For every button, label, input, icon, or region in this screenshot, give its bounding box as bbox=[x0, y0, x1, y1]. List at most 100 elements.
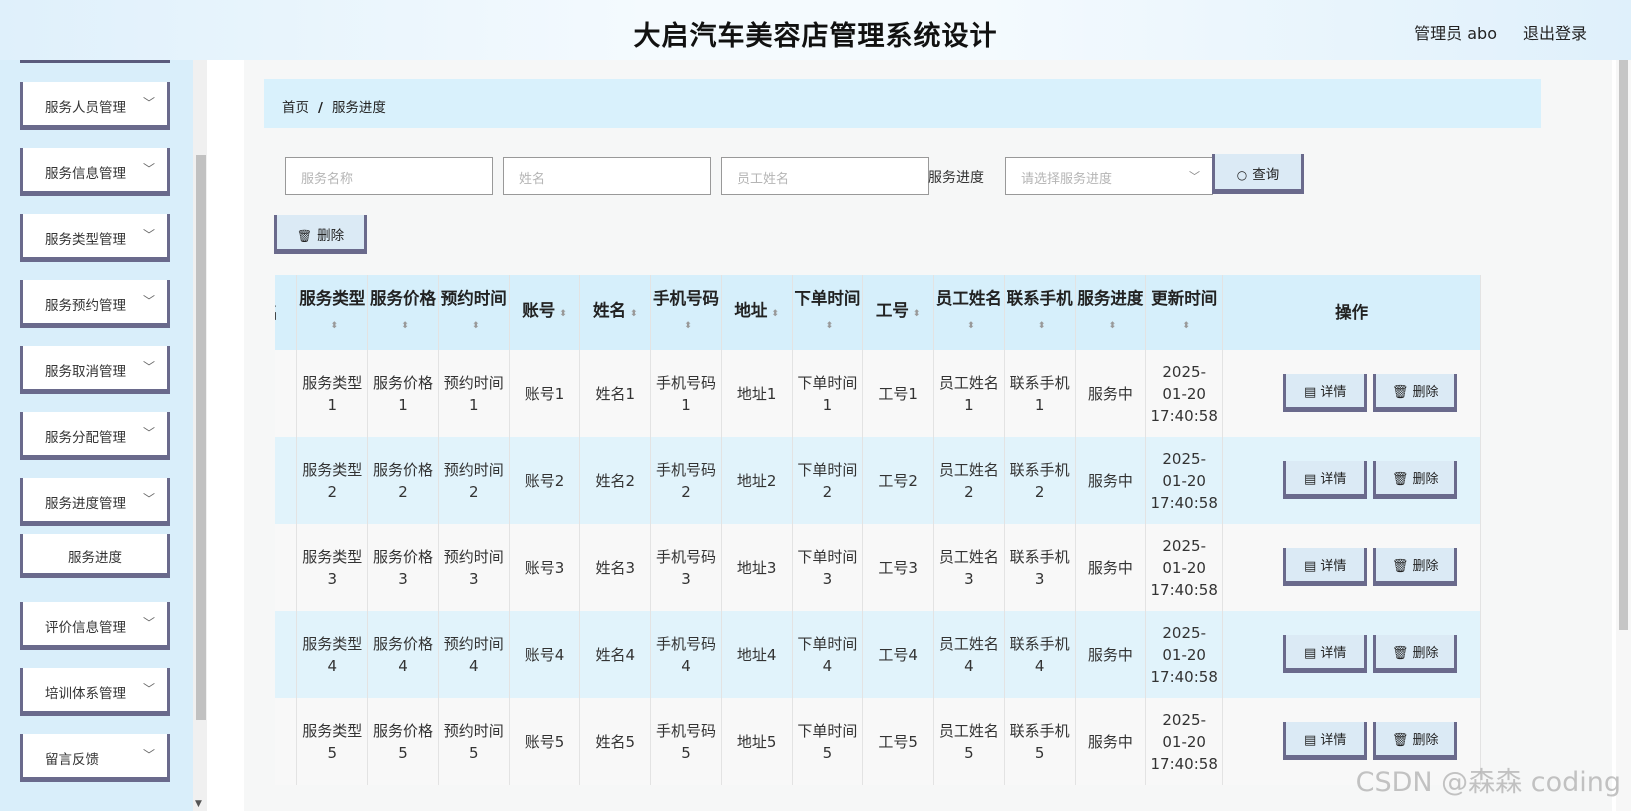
detail-button[interactable]: ▤ 详情 bbox=[1283, 548, 1368, 586]
search-button[interactable]: ○ 查询 bbox=[1212, 154, 1304, 194]
service-name-input[interactable]: 服务名称 bbox=[285, 157, 493, 195]
table-cell: 姓名1 bbox=[579, 350, 652, 437]
sort-icon[interactable]: ⬍ bbox=[1038, 321, 1046, 331]
column-header[interactable]: 工号 ⬍ bbox=[862, 275, 935, 350]
column-header[interactable]: 地址 ⬍ bbox=[721, 275, 793, 350]
column-header[interactable]: 服务进度⬍ bbox=[1075, 275, 1147, 350]
table-cell: 预约时间4 bbox=[438, 611, 510, 698]
sidebar-item-progress[interactable]: 服务进度管理 ﹀ bbox=[20, 478, 170, 526]
column-header[interactable]: 服务价格⬍ bbox=[367, 275, 439, 350]
table-cell: 服务类型5 bbox=[296, 698, 369, 785]
sidebar-scrollbar[interactable]: ▼ bbox=[193, 60, 207, 811]
table-row[interactable]: 名 服务类型3 服务价格3 预约时间3 账号3 姓名3 手机号码3 地址3 下单… bbox=[275, 524, 1481, 611]
table-cell: 名 bbox=[275, 350, 298, 437]
sidebar-item-service-type[interactable]: 服务类型管理 ﹀ bbox=[20, 214, 170, 262]
sort-icon[interactable]: ⬍ bbox=[1109, 321, 1117, 331]
sort-icon[interactable]: ⬍ bbox=[331, 321, 339, 331]
column-header[interactable]: 账号 ⬍ bbox=[509, 275, 581, 350]
search-button-label: 查询 bbox=[1252, 167, 1280, 183]
sort-icon[interactable]: ⬍ bbox=[913, 309, 921, 319]
sort-icon[interactable]: ⬍ bbox=[771, 309, 779, 319]
table-cell: 联系手机2 bbox=[1004, 437, 1076, 524]
main-scrollbar-thumb[interactable] bbox=[1619, 60, 1628, 630]
top-header: 大启汽车美容店管理系统设计 管理员 abo 退出登录 bbox=[0, 0, 1631, 60]
sidebar-item-assignment[interactable]: 服务分配管理 ﹀ bbox=[20, 412, 170, 460]
sort-icon[interactable]: ⬍ bbox=[559, 309, 567, 319]
sidebar-item-reviews[interactable]: 评价信息管理 ﹀ bbox=[20, 602, 170, 650]
scroll-down-arrow-icon[interactable]: ▼ bbox=[195, 799, 202, 809]
column-header[interactable]: 更新时间⬍ bbox=[1145, 275, 1224, 350]
column-header[interactable]: 手机号码⬍ bbox=[650, 275, 722, 350]
table-cell: 地址3 bbox=[721, 524, 793, 611]
trash-icon: 🗑 bbox=[1391, 385, 1413, 400]
sidebar-item-service-info[interactable]: 服务信息管理 ﹀ bbox=[20, 148, 170, 196]
table-cell: 服务价格3 bbox=[367, 524, 439, 611]
table-cell: 服务类型3 bbox=[296, 524, 369, 611]
row-delete-button[interactable]: 🗑 删除 bbox=[1373, 461, 1458, 499]
employee-name-input[interactable]: 员工姓名 bbox=[721, 157, 929, 195]
table-cell: 手机号码5 bbox=[650, 698, 722, 785]
main-scrollbar[interactable] bbox=[1616, 60, 1631, 811]
batch-delete-label: 删除 bbox=[317, 228, 345, 244]
sidebar-subitem-progress[interactable]: 服务进度 bbox=[20, 534, 170, 578]
table-cell: 服务中 bbox=[1075, 437, 1147, 524]
sidebar-item-staff[interactable]: 服务人员管理 ﹀ bbox=[20, 82, 170, 130]
row-delete-button[interactable]: 🗑 删除 bbox=[1373, 722, 1458, 760]
sort-icon[interactable]: ⬍ bbox=[967, 321, 975, 331]
sidebar-item-booking[interactable]: 服务预约管理 ﹀ bbox=[20, 280, 170, 328]
detail-button[interactable]: ▤ 详情 bbox=[1283, 374, 1368, 412]
chevron-down-icon: ﹀ bbox=[1189, 170, 1200, 183]
breadcrumb-home[interactable]: 首页 bbox=[282, 100, 309, 116]
sidebar-item-training[interactable]: 培训体系管理 ﹀ bbox=[20, 668, 170, 716]
sidebar-scrollbar-thumb[interactable] bbox=[196, 155, 206, 720]
column-header[interactable]: 下单时间⬍ bbox=[792, 275, 864, 350]
sort-icon[interactable]: ⬍ bbox=[401, 321, 409, 331]
current-user: 管理员 abo bbox=[1414, 24, 1497, 43]
table-row[interactable]: 名 服务类型1 服务价格1 预约时间1 账号1 姓名1 手机号码1 地址1 下单… bbox=[275, 350, 1481, 437]
sidebar: 服务人员管理 ﹀ 服务信息管理 ﹀ 服务类型管理 ﹀ 服务预约管理 ﹀ 服务取消… bbox=[0, 60, 207, 811]
chevron-down-icon: ﹀ bbox=[142, 360, 155, 374]
table-cell: 员工姓名2 bbox=[933, 437, 1005, 524]
sidebar-item-cancel[interactable]: 服务取消管理 ﹀ bbox=[20, 346, 170, 394]
name-input[interactable]: 姓名 bbox=[503, 157, 711, 195]
table-cell: 姓名2 bbox=[579, 437, 652, 524]
table-cell: 预约时间5 bbox=[438, 698, 510, 785]
batch-delete-button[interactable]: 🗑 删除 bbox=[274, 215, 367, 254]
table-cell: 姓名5 bbox=[579, 698, 652, 785]
column-header[interactable]: 名 bbox=[275, 275, 298, 350]
row-delete-button[interactable]: 🗑 删除 bbox=[1373, 548, 1458, 586]
detail-button[interactable]: ▤ 详情 bbox=[1283, 722, 1368, 760]
logout-link[interactable]: 退出登录 bbox=[1523, 20, 1587, 44]
column-header[interactable]: 预约时间⬍ bbox=[438, 275, 510, 350]
row-delete-button[interactable]: 🗑 删除 bbox=[1373, 635, 1458, 673]
document-icon: ▤ bbox=[1303, 733, 1321, 748]
sidebar-item-label: 服务信息管理 bbox=[45, 166, 126, 182]
column-header[interactable]: 员工姓名⬍ bbox=[933, 275, 1005, 350]
table-cell: 员工姓名1 bbox=[933, 350, 1005, 437]
detail-button[interactable]: ▤ 详情 bbox=[1283, 461, 1368, 499]
sort-icon[interactable]: ⬍ bbox=[826, 321, 834, 331]
chevron-down-icon: ﹀ bbox=[142, 294, 155, 308]
sort-icon[interactable]: ⬍ bbox=[1182, 321, 1190, 331]
table-cell: 预约时间3 bbox=[438, 524, 510, 611]
trash-icon: 🗑 bbox=[296, 229, 313, 243]
row-delete-button[interactable]: 🗑 删除 bbox=[1373, 374, 1458, 412]
sidebar-item-feedback[interactable]: 留言反馈 ﹀ bbox=[20, 734, 170, 782]
column-header[interactable]: 联系手机⬍ bbox=[1004, 275, 1076, 350]
detail-button[interactable]: ▤ 详情 bbox=[1283, 635, 1368, 673]
table-row[interactable]: 名 服务类型4 服务价格4 预约时间4 账号4 姓名4 手机号码4 地址4 下单… bbox=[275, 611, 1481, 698]
table-row[interactable]: 名 服务类型5 服务价格5 预约时间5 账号5 姓名5 手机号码5 地址5 下单… bbox=[275, 698, 1481, 785]
sort-icon[interactable]: ⬍ bbox=[630, 309, 638, 319]
table-cell: 员工姓名5 bbox=[933, 698, 1005, 785]
column-header[interactable]: 服务类型⬍ bbox=[296, 275, 369, 350]
sort-icon[interactable]: ⬍ bbox=[684, 321, 692, 331]
table-cell: 服务价格1 bbox=[367, 350, 439, 437]
table-row[interactable]: 名 服务类型2 服务价格2 预约时间2 账号2 姓名2 手机号码2 地址2 下单… bbox=[275, 437, 1481, 524]
sort-icon[interactable]: ⬍ bbox=[472, 321, 480, 331]
sidebar-item-label: 服务预约管理 bbox=[45, 298, 126, 314]
table-cell: 服务类型2 bbox=[296, 437, 369, 524]
progress-select[interactable]: 请选择服务进度 ﹀ bbox=[1005, 157, 1213, 195]
table-cell: 工号2 bbox=[862, 437, 935, 524]
column-header[interactable]: 姓名 ⬍ bbox=[579, 275, 652, 350]
table-cell: 联系手机4 bbox=[1004, 611, 1076, 698]
